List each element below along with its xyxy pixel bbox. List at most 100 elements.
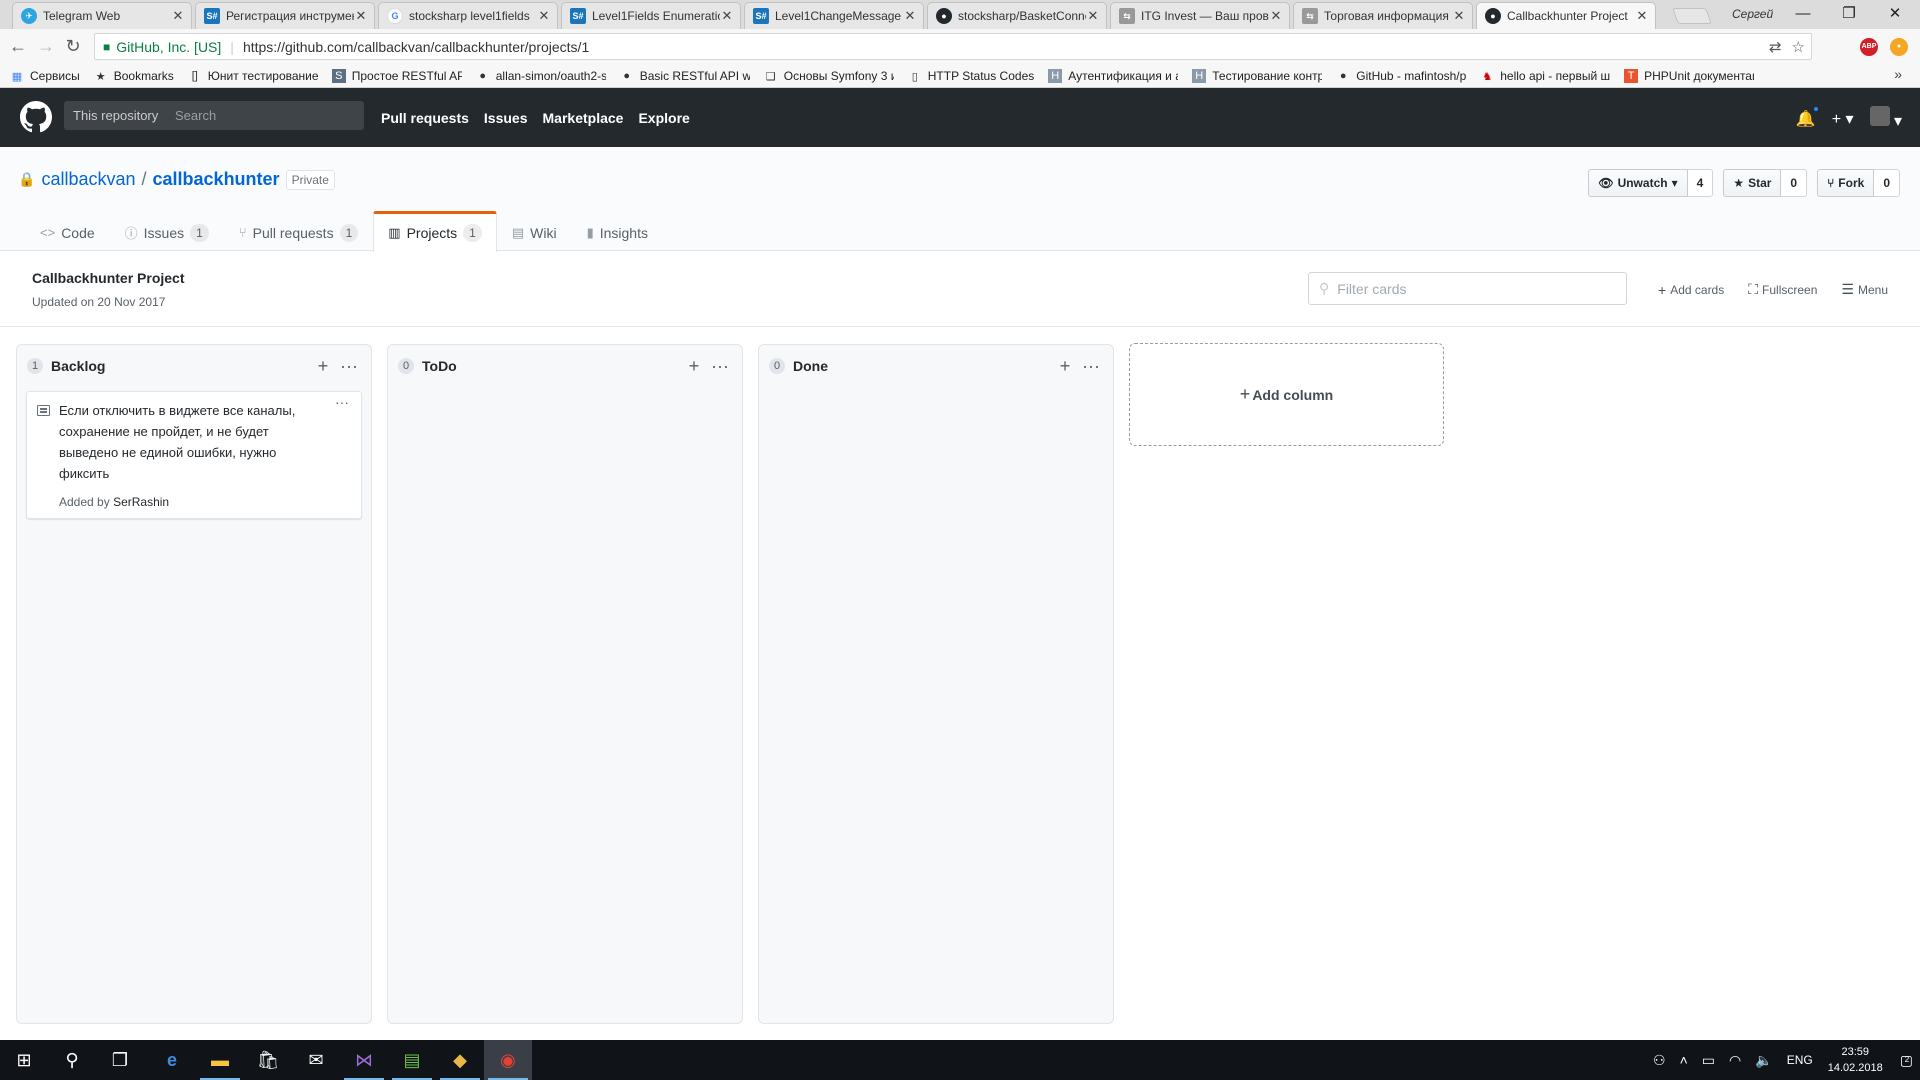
close-tab-icon[interactable]: ✕ (1635, 8, 1649, 24)
close-tab-icon[interactable]: ✕ (537, 8, 551, 24)
browser-tab[interactable]: G stocksharp level1fields ✕ (378, 2, 558, 29)
fullscreen-button[interactable]: ⛶ Fullscreen (1748, 281, 1817, 298)
back-icon[interactable]: ← (8, 36, 28, 57)
browser-tab[interactable]: S# Level1Fields Enumeration ✕ (561, 2, 741, 29)
browser-tab[interactable]: ● stocksharp/BasketConnector ✕ (927, 2, 1107, 29)
search-input[interactable] (167, 101, 364, 130)
bookmark-item[interactable]: ▦ Сервисы (10, 69, 80, 83)
browser-tab[interactable]: S# Регистрация инструмента ✕ (195, 2, 375, 29)
add-cards-button[interactable]: + Add cards (1658, 281, 1724, 298)
card-author-link[interactable]: SerRashin (113, 495, 169, 509)
menu-button[interactable]: ☰ Menu (1841, 281, 1888, 298)
translate-icon[interactable]: ⇄ (1769, 38, 1782, 56)
tab-wiki[interactable]: ▤ Wiki (497, 211, 572, 251)
star-button[interactable]: ★ Star (1723, 169, 1782, 197)
browser-tab[interactable]: S# Level1ChangeMessage ✕ (744, 2, 924, 29)
unwatch-button[interactable]: 👁 Unwatch ▾ (1588, 169, 1688, 197)
mail-icon[interactable]: ✉ (292, 1040, 340, 1080)
bookmark-item[interactable]: H Тестирование контр (1192, 69, 1322, 83)
close-tab-icon[interactable]: ✕ (1269, 8, 1283, 24)
browser-profile-name[interactable]: Сергей (1732, 7, 1773, 21)
bookmark-item[interactable]: [] Юнит тестирование (188, 69, 318, 83)
start-icon[interactable]: ⊞ (0, 1040, 48, 1080)
forward-icon[interactable]: → (36, 36, 56, 57)
bookmark-star-icon[interactable]: ☆ (1792, 38, 1805, 56)
tab-insights[interactable]: ▮ Insights (572, 211, 663, 251)
github-logo-icon[interactable] (20, 101, 52, 133)
add-card-icon[interactable]: + (682, 356, 706, 377)
bookmarks-overflow-icon[interactable]: » (1894, 66, 1902, 82)
bookmark-item[interactable]: ♞ hello api - первый ш (1480, 69, 1610, 83)
minimize-icon[interactable]: — (1780, 0, 1826, 28)
browser-tab[interactable]: ⇆ ITG Invest — Ваш проводник ✕ (1110, 2, 1290, 29)
task-view-icon[interactable]: ❐ (96, 1040, 144, 1080)
store-icon[interactable]: 🛍 (244, 1040, 292, 1080)
watch-count[interactable]: 4 (1687, 169, 1714, 197)
close-tab-icon[interactable]: ✕ (171, 8, 185, 24)
action-center-icon[interactable]: ▢ 2 (1900, 1052, 1913, 1069)
language-indicator[interactable]: ENG (1787, 1053, 1813, 1067)
close-tab-icon[interactable]: ✕ (354, 8, 368, 24)
chrome-icon[interactable]: ◉ (484, 1040, 532, 1080)
address-bar[interactable]: ■ GitHub, Inc. [US] | https://github.com… (94, 33, 1812, 60)
bookmark-item[interactable]: ★ Bookmarks (94, 69, 174, 83)
add-card-icon[interactable]: + (311, 356, 335, 377)
add-column-button[interactable]: + Add column (1129, 343, 1444, 446)
secure-indicator[interactable]: ■ GitHub, Inc. [US] (95, 39, 221, 55)
fork-button[interactable]: ⑂ Fork (1817, 169, 1875, 197)
bookmark-item[interactable]: ● Basic RESTful API with (620, 69, 749, 83)
show-hidden-icons[interactable]: ˄ (1680, 1052, 1688, 1068)
browser-tab[interactable]: ⇆ Торговая информация ✕ (1293, 2, 1473, 29)
search-scope[interactable]: This repository (64, 101, 169, 130)
bookmark-item[interactable]: ● allan-simon/oauth2-s (476, 69, 605, 83)
close-tab-icon[interactable]: ✕ (1086, 8, 1100, 24)
repo-owner-link[interactable]: callbackvan (41, 169, 135, 190)
tab-pull-requests[interactable]: ⑂ Pull requests 1 (224, 211, 373, 251)
add-card-icon[interactable]: + (1053, 356, 1077, 377)
repo-name-link[interactable]: callbackhunter (153, 169, 280, 190)
close-tab-icon[interactable]: ✕ (720, 8, 734, 24)
bookmark-item[interactable]: ● GitHub - mafintosh/p (1336, 69, 1466, 83)
card-menu-icon[interactable]: ··· (335, 394, 349, 410)
adblock-icon[interactable]: ABP (1860, 38, 1878, 56)
close-tab-icon[interactable]: ✕ (903, 8, 917, 24)
visual-studio-icon[interactable]: ⋈ (340, 1040, 388, 1080)
nav-issues[interactable]: Issues (484, 110, 528, 126)
column-menu-icon[interactable]: ··· (708, 356, 732, 377)
edge-icon[interactable]: e (148, 1040, 196, 1080)
close-tab-icon[interactable]: ✕ (1452, 8, 1466, 24)
nav-explore[interactable]: Explore (638, 110, 689, 126)
notifications-icon[interactable]: 🔔 (1796, 104, 1820, 129)
user-menu[interactable]: ▾ (1869, 106, 1902, 131)
star-count[interactable]: 0 (1781, 169, 1808, 197)
tab-issues[interactable]: ⓘ Issues 1 (110, 211, 224, 251)
url-text[interactable]: https://github.com/callbackvan/callbackh… (243, 39, 589, 55)
app-icon[interactable]: ◆ (436, 1040, 484, 1080)
reload-icon[interactable]: ↻ (63, 36, 83, 57)
volume-icon[interactable]: 🔈 (1755, 1052, 1772, 1069)
note-card[interactable]: Если отключить в виджете все каналы, сох… (26, 391, 362, 519)
create-new-icon[interactable]: + ▾ (1832, 109, 1854, 129)
people-icon[interactable]: ⚇ (1653, 1052, 1666, 1069)
fork-count[interactable]: 0 (1874, 169, 1900, 197)
nav-pull-requests[interactable]: Pull requests (381, 110, 469, 126)
tab-code[interactable]: <> Code (25, 211, 110, 251)
bookmark-item[interactable]: T PHPUnit документац (1624, 69, 1754, 83)
project-title[interactable]: Callbackhunter Project (32, 270, 185, 286)
battery-icon[interactable]: ▭ (1702, 1052, 1715, 1069)
clock[interactable]: 23:59 14.02.2018 (1828, 1044, 1883, 1076)
file-explorer-icon[interactable]: ▬ (196, 1040, 244, 1080)
extension-icon[interactable]: ● (1890, 38, 1908, 56)
filter-cards-input[interactable] (1337, 280, 1618, 297)
column-menu-icon[interactable]: ··· (337, 356, 361, 377)
bookmark-item[interactable]: H Аутентификация и а (1048, 69, 1178, 83)
browser-tab-active[interactable]: ● Callbackhunter Project ✕ (1476, 2, 1656, 29)
restore-icon[interactable]: ❐ (1826, 0, 1872, 28)
browser-tab[interactable]: ✈ Telegram Web ✕ (12, 2, 192, 29)
close-window-icon[interactable]: ✕ (1872, 0, 1918, 28)
bookmark-item[interactable]: S Простое RESTful API (331, 69, 462, 83)
bookmark-item[interactable]: ▯ HTTP Status Codes (908, 69, 1035, 83)
nav-marketplace[interactable]: Marketplace (543, 110, 624, 126)
filter-cards-field[interactable]: ⚲ (1308, 272, 1627, 305)
search-icon[interactable]: ⚲ (48, 1040, 96, 1080)
